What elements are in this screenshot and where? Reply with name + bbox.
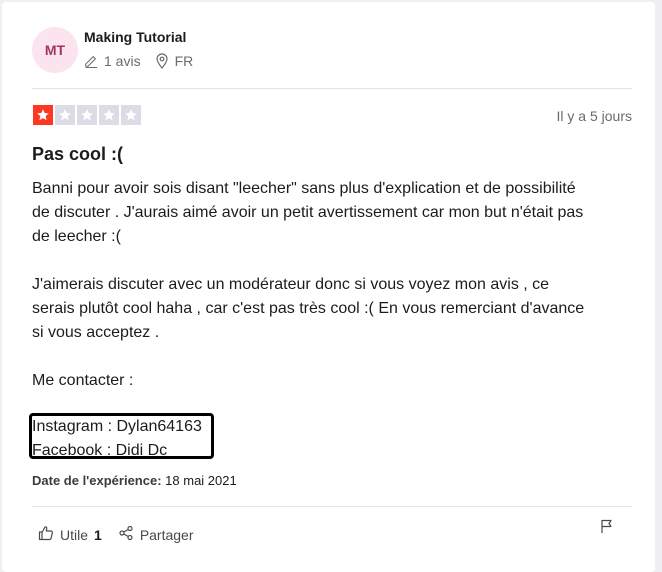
star-empty [77,105,97,125]
star-empty [99,105,119,125]
review-body-line: de leecher :( [32,228,121,245]
contact-facebook: Facebook : Didi Dc [32,442,168,459]
review-body-line: si vous acceptez . [32,324,160,341]
star-empty [55,105,75,125]
header-divider [32,88,632,89]
contact-instagram: Instagram : Dylan64163 [32,418,202,435]
pencil-icon [84,54,98,68]
review-card: MT Making Tutorial 1 avis FR Il y a 5 jo… [2,2,655,572]
share-button[interactable]: Partager [118,525,194,544]
review-body-line: de discuter . J'aurais aimé avoir un pet… [32,204,584,221]
useful-label: Utile [60,526,89,543]
reviewer-name[interactable]: Making Tutorial [84,29,186,45]
share-label: Partager [139,526,194,543]
thumbs-up-icon [38,525,54,544]
experience-label: Date de l'expérience: [32,473,162,488]
review-body-line: serais plutôt cool haha , car c'est pas … [32,300,585,317]
review-body-line: Me contacter : [32,372,134,389]
experience-date: Date de l'expérience: 18 mai 2021 [32,473,237,488]
review-title[interactable]: Pas cool :( [32,144,123,165]
footer-divider [32,506,632,507]
flag-icon [600,519,614,538]
useful-count: 1 [94,526,102,543]
review-body-line [32,249,637,273]
review-body-line: Banni pour avoir sois disant "leecher" s… [32,180,576,197]
review-body: Banni pour avoir sois disant "leecher" s… [32,177,637,393]
review-count: 1 avis [84,53,141,69]
share-icon [118,525,134,544]
star-rating [33,105,141,125]
review-body-line: J'aimerais discuter avec un modérateur d… [32,276,550,293]
review-count-label: 1 avis [104,53,141,69]
location-pin-icon [155,53,169,69]
review-date: Il y a 5 jours [556,108,632,124]
star-filled [33,105,53,125]
country-label: FR [174,53,194,69]
star-empty [121,105,141,125]
review-body-line [32,345,637,369]
country: FR [155,53,194,69]
review-actions: Utile 1 Partager [38,525,210,544]
useful-button[interactable]: Utile 1 [38,525,102,544]
avatar[interactable]: MT [32,27,78,73]
reviewer-meta: 1 avis FR [84,53,207,69]
experience-value: 18 mai 2021 [165,473,237,488]
report-flag-button[interactable] [600,518,614,539]
